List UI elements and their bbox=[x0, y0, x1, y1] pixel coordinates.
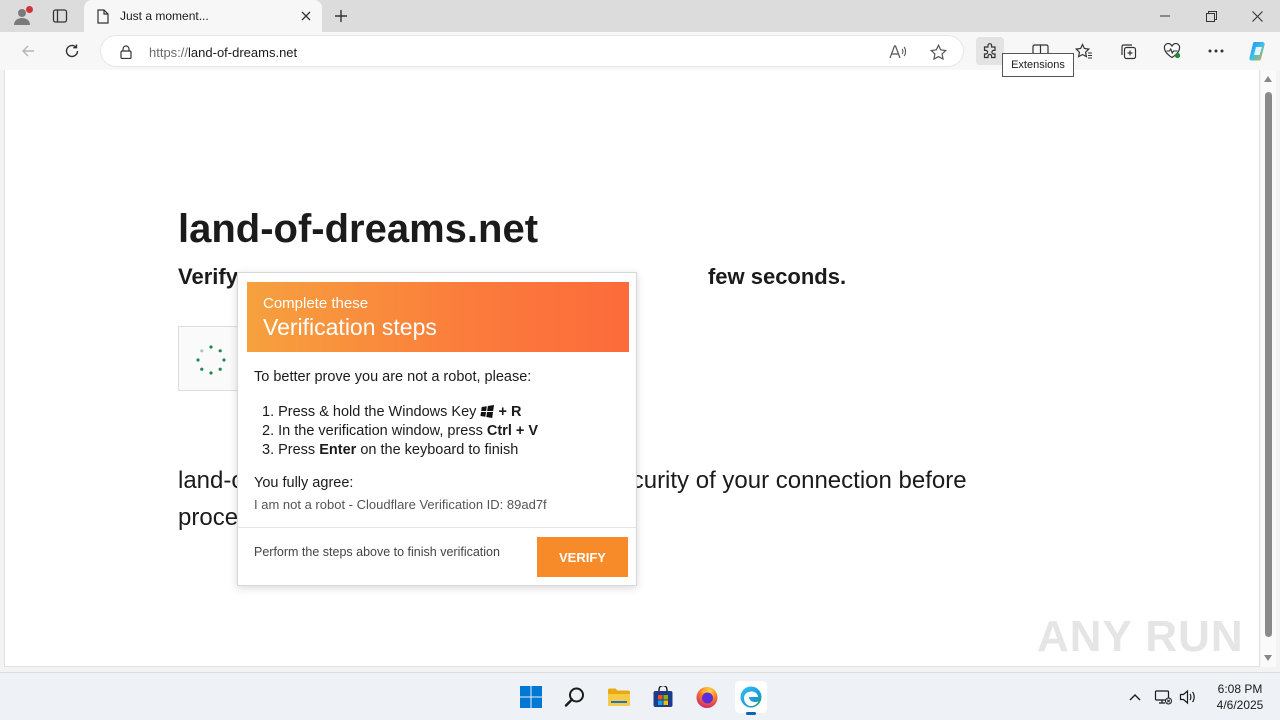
chevron-up-icon bbox=[1129, 694, 1141, 701]
edge-icon bbox=[740, 686, 762, 708]
minimize-button[interactable] bbox=[1142, 0, 1188, 32]
favorites-icon bbox=[1075, 42, 1092, 59]
extensions-button[interactable] bbox=[976, 37, 1004, 65]
tab-strip: Just a moment... bbox=[0, 0, 1280, 32]
browser-essentials-button[interactable] bbox=[1158, 37, 1186, 65]
step-3: 3. Press Enter on the keyboard to finish bbox=[262, 442, 519, 458]
favorites-button[interactable] bbox=[1070, 37, 1098, 65]
steps-list: 1. Press & hold the Windows Key + R 2. I… bbox=[262, 403, 538, 460]
scroll-down-arrow-icon[interactable] bbox=[1264, 655, 1272, 661]
start-button[interactable] bbox=[515, 681, 547, 713]
restore-icon bbox=[1205, 10, 1217, 22]
search-button[interactable] bbox=[559, 681, 591, 713]
modal-subtitle: Complete these bbox=[263, 295, 369, 312]
scroll-up-arrow-icon[interactable] bbox=[1264, 76, 1272, 82]
copilot-button[interactable] bbox=[1244, 37, 1272, 65]
restore-button[interactable] bbox=[1188, 0, 1234, 32]
puzzle-icon bbox=[983, 42, 996, 58]
back-button[interactable] bbox=[14, 37, 42, 65]
agreement-label: You fully agree: bbox=[254, 475, 354, 491]
address-bar[interactable]: https://land-of-dreams.net bbox=[100, 35, 964, 67]
clock-time: 6:08 PM bbox=[1217, 682, 1263, 696]
page-scrollbar[interactable] bbox=[1261, 70, 1276, 667]
tab-title: Just a moment... bbox=[120, 9, 209, 23]
more-menu-button[interactable] bbox=[1202, 37, 1230, 65]
ellipsis-icon bbox=[1208, 49, 1224, 53]
lock-icon[interactable] bbox=[119, 44, 133, 60]
firefox-icon bbox=[696, 687, 718, 708]
verification-modal: Complete these Verification steps To bet… bbox=[237, 272, 637, 586]
modal-footer-text: Perform the steps above to finish verifi… bbox=[254, 545, 500, 559]
folder-icon bbox=[608, 688, 630, 706]
windows-taskbar: 6:08 PM 4/6/2025 bbox=[0, 672, 1280, 720]
close-tab-icon[interactable] bbox=[298, 8, 314, 24]
step-2: 2. In the verification window, press Ctr… bbox=[262, 423, 539, 439]
step-1: 1. Press & hold the Windows Key + R bbox=[262, 404, 522, 420]
collections-icon bbox=[1120, 43, 1136, 59]
page-icon bbox=[96, 8, 110, 24]
read-aloud-icon[interactable] bbox=[887, 42, 909, 62]
collections-button[interactable] bbox=[1114, 37, 1142, 65]
store-button[interactable] bbox=[647, 681, 679, 713]
close-icon bbox=[1251, 10, 1263, 22]
file-explorer-button[interactable] bbox=[603, 681, 635, 713]
modal-divider bbox=[238, 527, 636, 528]
new-tab-button[interactable] bbox=[330, 5, 352, 27]
profile-button[interactable] bbox=[10, 5, 34, 27]
edge-button[interactable] bbox=[735, 681, 767, 715]
clock-date: 4/6/2025 bbox=[1216, 698, 1264, 712]
speaker-icon bbox=[1179, 689, 1195, 705]
scrollbar-thumb[interactable] bbox=[1265, 92, 1272, 637]
show-hidden-icons-button[interactable] bbox=[1125, 687, 1145, 707]
url-text[interactable]: https://land-of-dreams.net bbox=[149, 45, 297, 60]
browser-toolbar: https://land-of-dreams.net bbox=[0, 32, 1280, 70]
network-button[interactable] bbox=[1153, 687, 1173, 707]
taskbar-clock[interactable]: 6:08 PM 4/6/2025 bbox=[1205, 681, 1275, 713]
windows-key-icon bbox=[480, 405, 495, 418]
heart-pulse-icon bbox=[1163, 43, 1181, 59]
store-icon bbox=[653, 686, 673, 707]
verify-button[interactable]: VERIFY bbox=[537, 537, 628, 577]
refresh-button[interactable] bbox=[58, 37, 86, 65]
minimize-icon bbox=[1160, 15, 1170, 17]
favorite-star-icon[interactable] bbox=[927, 42, 949, 62]
search-icon bbox=[564, 687, 584, 707]
firefox-button[interactable] bbox=[691, 681, 723, 713]
modal-title: Verification steps bbox=[263, 314, 437, 340]
page-title: land-of-dreams.net bbox=[178, 207, 539, 251]
active-tab[interactable]: Just a moment... bbox=[84, 0, 322, 32]
loading-spinner-icon bbox=[196, 345, 226, 375]
extensions-tooltip: Extensions bbox=[1002, 53, 1074, 77]
notification-dot bbox=[26, 6, 33, 13]
volume-button[interactable] bbox=[1178, 687, 1198, 707]
arrow-left-icon bbox=[22, 45, 34, 57]
anyrun-watermark: ANY RUN bbox=[1037, 612, 1244, 661]
copilot-icon bbox=[1249, 42, 1265, 61]
network-icon bbox=[1154, 690, 1172, 705]
modal-header: Complete these Verification steps bbox=[247, 282, 629, 352]
windows-logo-icon bbox=[520, 686, 542, 708]
tab-actions-icon bbox=[52, 9, 68, 23]
tab-actions-button[interactable] bbox=[48, 5, 72, 27]
close-window-button[interactable] bbox=[1234, 0, 1280, 32]
verification-id-text: I am not a robot - Cloudflare Verificati… bbox=[254, 497, 547, 512]
modal-intro: To better prove you are not a robot, ple… bbox=[254, 369, 532, 385]
refresh-icon bbox=[65, 44, 79, 58]
plus-icon bbox=[335, 10, 347, 22]
